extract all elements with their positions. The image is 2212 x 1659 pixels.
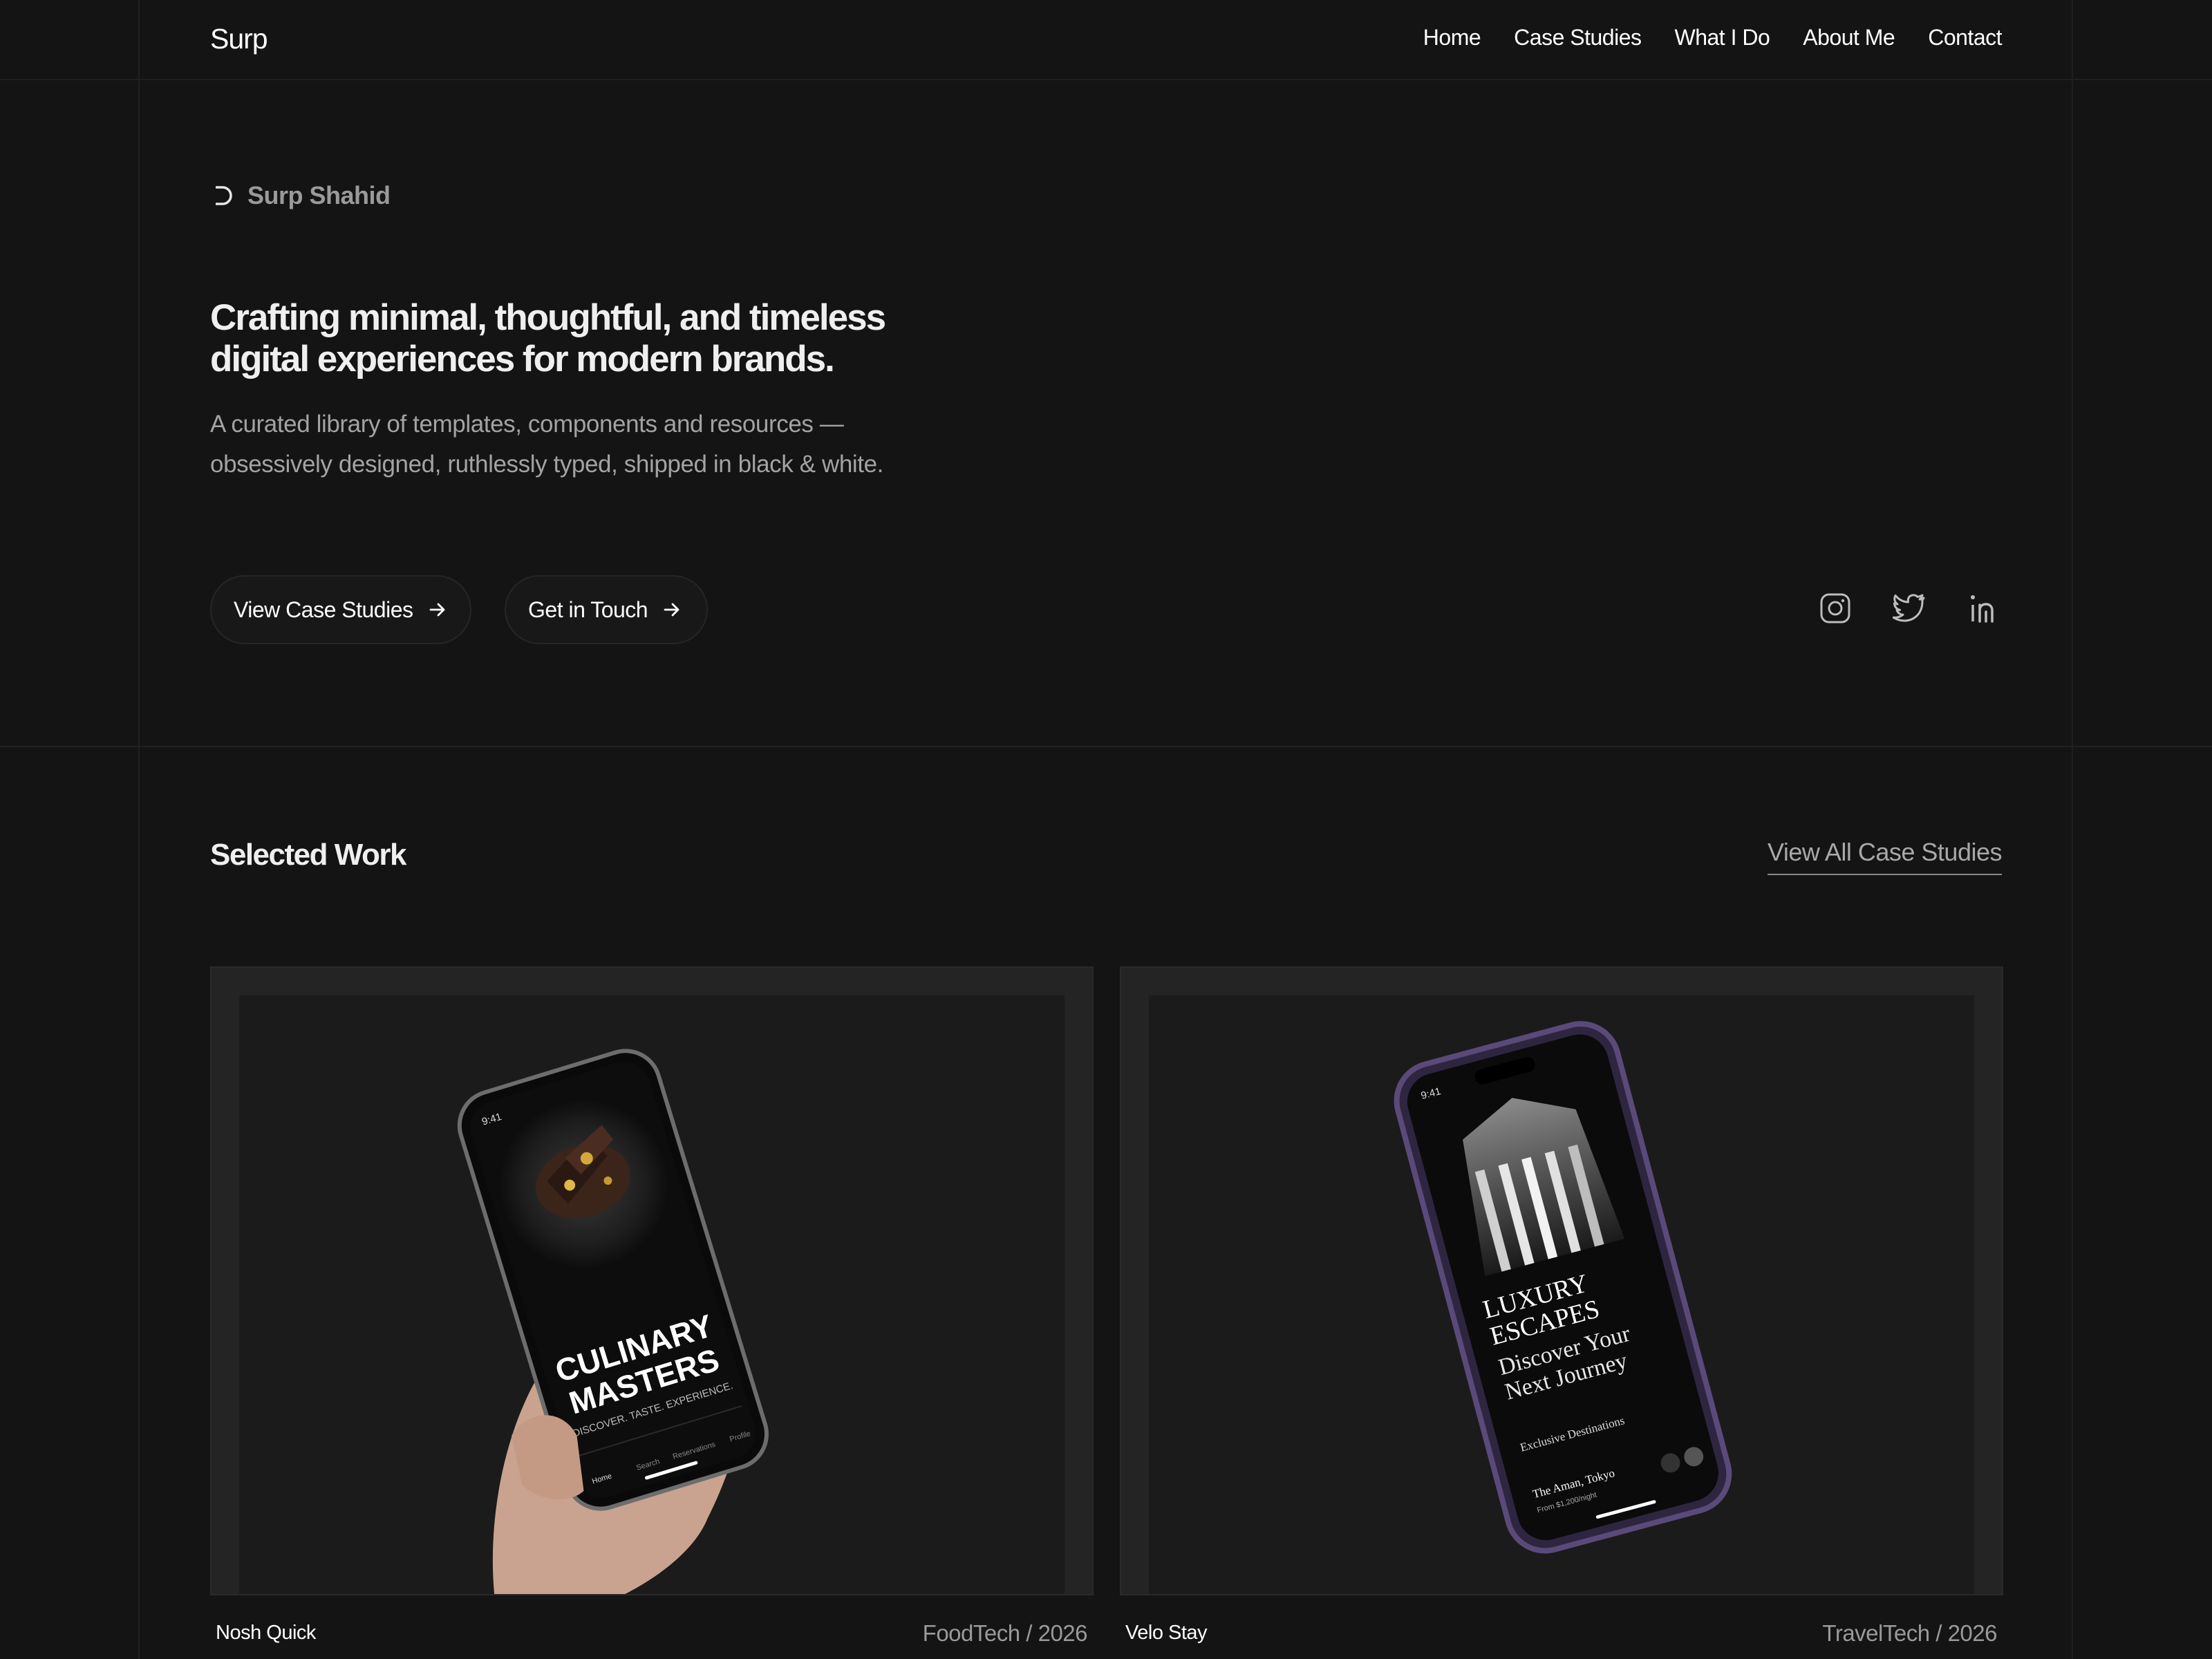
main-nav: Home Case Studies What I Do About Me Con… bbox=[1423, 25, 2003, 50]
project-card-velo-stay[interactable]: 9:41 LUXURY ESCAPES Discover Your Next J… bbox=[1120, 966, 2003, 1595]
instagram-icon[interactable] bbox=[1818, 591, 1853, 626]
project-meta-velo-stay: TravelTech / 2026 bbox=[1822, 1620, 1997, 1646]
linkedin-icon[interactable] bbox=[1967, 591, 2002, 626]
phone-mockup-luxury: 9:41 LUXURY ESCAPES Discover Your Next J… bbox=[1394, 1021, 1732, 1554]
selected-work-title: Selected Work bbox=[210, 838, 406, 872]
project-meta-nosh-quick: FoodTech / 2026 bbox=[922, 1620, 1088, 1646]
hero-headline: Crafting minimal, thoughtful, and timele… bbox=[210, 297, 886, 379]
social-links bbox=[1818, 591, 2002, 626]
arrow-right-icon bbox=[429, 603, 444, 617]
nav-link-about-me[interactable]: About Me bbox=[1803, 25, 1895, 50]
brand-name: Surp Shahid bbox=[247, 181, 391, 209]
get-in-touch-label: Get in Touch bbox=[528, 597, 648, 622]
brand-tag: Surp Shahid bbox=[210, 181, 391, 210]
phone-mockup-culinary: 9:41 CULINARY MASTERS DISCOVER. TASTE. E… bbox=[457, 1049, 769, 1594]
grid-line-right bbox=[2072, 0, 2073, 1659]
nav-link-case-studies[interactable]: Case Studies bbox=[1514, 25, 1642, 50]
hero-subtext: A curated library of templates, componen… bbox=[210, 411, 883, 478]
nav-link-what-i-do[interactable]: What I Do bbox=[1674, 25, 1770, 50]
nav-link-contact[interactable]: Contact bbox=[1928, 25, 2002, 50]
grid-line-left bbox=[138, 0, 140, 1659]
project-name-nosh-quick[interactable]: Nosh Quick bbox=[216, 1622, 316, 1644]
hero-divider bbox=[0, 746, 2212, 747]
project-image-nosh-quick: 9:41 CULINARY MASTERS DISCOVER. TASTE. E… bbox=[239, 995, 1065, 1594]
nav-link-home[interactable]: Home bbox=[1423, 25, 1481, 50]
project-image-velo-stay: 9:41 LUXURY ESCAPES Discover Your Next J… bbox=[1149, 995, 1974, 1594]
project-name-velo-stay[interactable]: Velo Stay bbox=[1125, 1622, 1208, 1644]
project-card-nosh-quick[interactable]: 9:41 CULINARY MASTERS DISCOVER. TASTE. E… bbox=[210, 966, 1094, 1595]
view-case-studies-button[interactable]: View Case Studies bbox=[210, 575, 471, 644]
arrow-right-icon bbox=[664, 603, 679, 617]
header-divider bbox=[0, 79, 2212, 80]
site-logo[interactable]: Surp bbox=[210, 23, 268, 55]
brand-mark-icon bbox=[216, 186, 232, 205]
twitter-icon[interactable] bbox=[1893, 591, 1927, 626]
view-case-studies-label: View Case Studies bbox=[234, 597, 413, 622]
get-in-touch-button[interactable]: Get in Touch bbox=[505, 575, 708, 644]
view-all-case-studies-link[interactable]: View All Case Studies bbox=[1767, 838, 2003, 875]
